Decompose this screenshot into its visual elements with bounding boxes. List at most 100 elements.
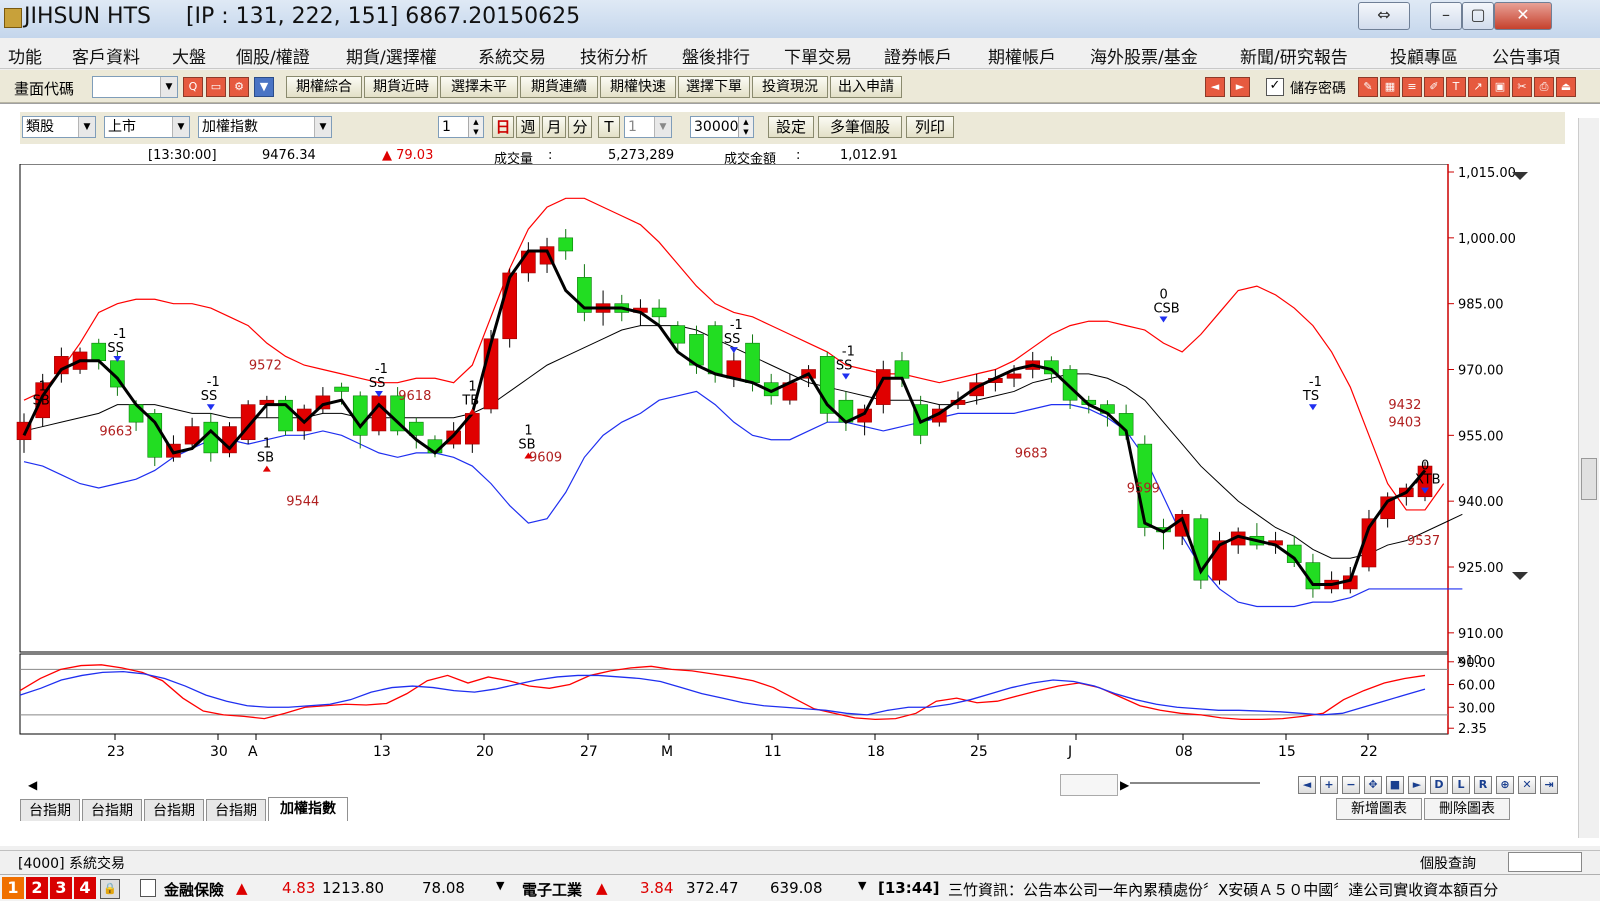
ticker-page-2[interactable]: 2 (26, 877, 48, 899)
menu-item-9[interactable]: 下單交易 (784, 43, 852, 68)
toolbar-button-5[interactable]: 期權快速 (600, 76, 676, 98)
close-button[interactable]: ✕ (1494, 2, 1552, 30)
close-icon[interactable]: ✕ (1518, 776, 1536, 794)
week-button[interactable]: 週 (516, 116, 540, 138)
scroll-left-icon[interactable]: ◀ (28, 778, 37, 792)
toolbar-button-1[interactable]: 期權綜合 (286, 76, 362, 98)
move-icon[interactable]: ✥ (1364, 776, 1382, 794)
toolbar-button-2[interactable]: 期貨近時 (364, 76, 438, 98)
r-icon[interactable]: R (1474, 776, 1492, 794)
magnify-icon[interactable]: ⊕ (1496, 776, 1514, 794)
market-select[interactable]: 上市 ▼ (104, 116, 190, 138)
window-icon[interactable]: ▭ (206, 77, 226, 97)
index-select[interactable]: 加權指數 ▼ (198, 116, 332, 138)
tick-button[interactable]: T (598, 116, 620, 138)
tab-taiex-futures-1[interactable]: 台指期 (20, 799, 80, 821)
vertical-scrollbar[interactable] (1578, 118, 1599, 838)
menu-item-6[interactable]: 系統交易 (478, 43, 546, 68)
spinner-arrows-icon[interactable]: ▲ ▼ (738, 117, 753, 137)
chevron-down-icon[interactable]: ▼ (314, 117, 331, 137)
chevron-down-icon[interactable]: ▼ (172, 117, 189, 137)
menu-item-5[interactable]: 期貨/選擇權 (346, 43, 437, 68)
zoom-slider[interactable] (1130, 782, 1260, 784)
d-icon[interactable]: D (1430, 776, 1448, 794)
menu-item-4[interactable]: 個股/權證 (236, 43, 310, 68)
menu-item-12[interactable]: 海外股票/基金 (1090, 43, 1198, 68)
menu-item-2[interactable]: 客戶資料 (72, 43, 140, 68)
month-button[interactable]: 月 (542, 116, 566, 138)
lock-icon[interactable]: 🔒 (100, 879, 120, 899)
menu-item-15[interactable]: 公告事項 (1492, 43, 1560, 68)
scissors-icon[interactable]: ✂ (1512, 77, 1532, 97)
zoom-in-icon[interactable]: + (1320, 776, 1338, 794)
day-button[interactable]: 日 (492, 116, 514, 138)
chevron-down-icon[interactable]: ▼ (654, 117, 671, 137)
image-icon[interactable]: ▣ (1490, 77, 1510, 97)
ticker-page-4[interactable]: 4 (74, 877, 96, 899)
stock-chart[interactable]: 1,015.00 1,000.00 985.00 970.00 955.00 940.00… (0, 164, 1578, 772)
chevron-down-icon[interactable]: ▼ (858, 879, 866, 892)
toolbar-button-7[interactable]: 投資現況 (752, 76, 828, 98)
maximize-button[interactable]: ▢ (1462, 2, 1494, 30)
minimize-button[interactable]: – (1430, 2, 1462, 30)
tab-taiex-futures-3[interactable]: 台指期 (144, 799, 204, 821)
search-icon[interactable]: Q (183, 77, 203, 97)
toolbar-button-4[interactable]: 期貨連續 (520, 76, 598, 98)
multi-stock-button[interactable]: 多筆個股 (818, 116, 902, 138)
ticker-checkbox[interactable] (140, 879, 156, 897)
edit-icon[interactable]: ✐ (1424, 77, 1444, 97)
scroll-thumb[interactable] (1060, 774, 1118, 796)
tab-taiex-futures-4[interactable]: 台指期 (206, 799, 266, 821)
zoom-out-icon[interactable]: − (1342, 776, 1360, 794)
stop-icon[interactable]: ■ (1386, 776, 1404, 794)
play-icon[interactable]: ► (1408, 776, 1426, 794)
menu-item-3[interactable]: 大盤 (172, 43, 206, 68)
minute-button[interactable]: 分 (568, 116, 592, 138)
period-count-spinner[interactable]: 1 ▲ ▼ (438, 116, 484, 138)
toolbar-button-6[interactable]: 選擇下單 (678, 76, 750, 98)
spinner-arrows-icon[interactable]: ▲ ▼ (468, 117, 483, 137)
settings-button[interactable]: 設定 (768, 116, 814, 138)
end-icon[interactable]: ⇥ (1540, 776, 1558, 794)
chart-icon[interactable]: ↗ (1468, 77, 1488, 97)
list-icon[interactable]: ≡ (1402, 77, 1422, 97)
print-icon[interactable]: ⎙ (1534, 77, 1554, 97)
back-icon[interactable]: ◄ (1205, 77, 1225, 97)
forward-icon[interactable]: ► (1230, 77, 1250, 97)
menu-item-13[interactable]: 新聞/研究報告 (1240, 43, 1348, 68)
menu-item-11[interactable]: 期權帳戶 (988, 43, 1056, 68)
data-count-spinner[interactable]: 30000 ▲ ▼ (690, 116, 754, 138)
prev-icon[interactable]: ◄ (1298, 776, 1316, 794)
add-chart-button[interactable]: 新增圖表 (1336, 798, 1422, 820)
ticker-page-3[interactable]: 3 (50, 877, 72, 899)
menu-item-14[interactable]: 投顧專區 (1390, 43, 1458, 68)
menu-item-7[interactable]: 技術分析 (580, 43, 648, 68)
delete-chart-button[interactable]: 刪除圖表 (1424, 798, 1510, 820)
text-icon[interactable]: T (1446, 77, 1466, 97)
exit-icon[interactable]: ⏏ (1556, 77, 1576, 97)
news-headline[interactable]: 三竹資訊：公告本公司一年內累積處份〞X安碩Ａ５０中國〞達公司實收資本額百分 (948, 879, 1598, 900)
screen-code-combo[interactable]: ▼ (92, 76, 178, 98)
tab-taiex-futures-2[interactable]: 台指期 (82, 799, 142, 821)
chevron-down-icon[interactable]: ▼ (78, 117, 95, 137)
toolbar-button-8[interactable]: 出入申請 (830, 76, 902, 98)
menu-item-8[interactable]: 盤後排行 (682, 43, 750, 68)
tools-icon[interactable]: ⚙ (229, 77, 249, 97)
toolbar-button-3[interactable]: 選擇未平 (440, 76, 518, 98)
dropdown-icon[interactable]: ▼ (254, 77, 274, 97)
scroll-right-icon[interactable]: ▶ (1120, 778, 1129, 792)
pen-icon[interactable]: ✎ (1358, 77, 1378, 97)
tab-weighted-index[interactable]: 加權指數 (268, 797, 348, 821)
chevron-down-icon[interactable]: ▼ (496, 879, 504, 892)
scrollbar-thumb[interactable] (1581, 458, 1597, 500)
print-button[interactable]: 列印 (906, 116, 954, 138)
minute-select[interactable]: 1 ▼ (624, 116, 672, 138)
chevron-down-icon[interactable]: ▼ (160, 77, 177, 97)
stock-query-input[interactable] (1508, 852, 1582, 872)
menu-item-10[interactable]: 證券帳戶 (884, 43, 952, 68)
restore-arrows-icon[interactable]: ⇔ (1358, 2, 1410, 30)
menu-item-1[interactable]: 功能 (8, 43, 42, 68)
l-icon[interactable]: L (1452, 776, 1470, 794)
grid-icon[interactable]: ▦ (1380, 77, 1400, 97)
category-select[interactable]: 類股 ▼ (22, 116, 96, 138)
